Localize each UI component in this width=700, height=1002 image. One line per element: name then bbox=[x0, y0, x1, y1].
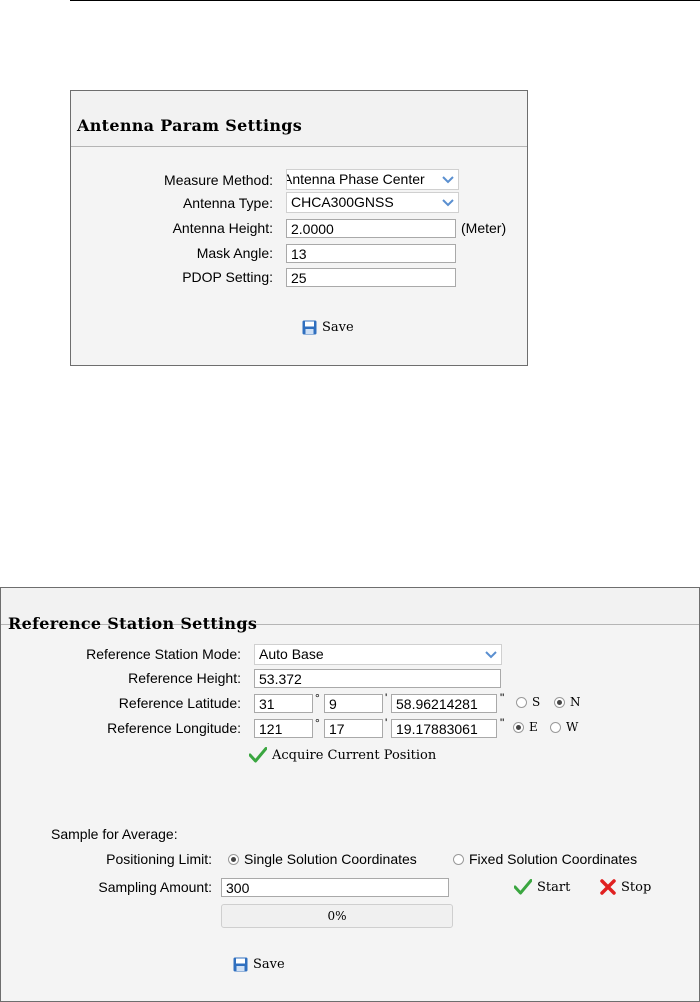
antenna-height-label: Antenna Height: bbox=[172, 220, 273, 236]
checkmark-icon bbox=[514, 879, 532, 895]
reference-latitude-label: Reference Latitude: bbox=[118, 695, 241, 711]
antenna-settings-panel: Antenna Param Settings Measure Method: A… bbox=[70, 90, 528, 366]
latitude-south-label: S bbox=[532, 695, 541, 709]
stop-button[interactable]: Stop bbox=[600, 879, 651, 895]
longitude-east-radio[interactable] bbox=[513, 722, 524, 733]
measure-method-label: Measure Method: bbox=[164, 172, 273, 188]
second-symbol: " bbox=[500, 716, 505, 730]
antenna-type-label: Antenna Type: bbox=[182, 195, 273, 211]
longitude-west-label: W bbox=[566, 720, 579, 734]
latitude-north-radio[interactable] bbox=[554, 697, 565, 708]
start-button[interactable]: Start bbox=[514, 879, 570, 895]
pdop-setting-label: PDOP Setting: bbox=[182, 269, 273, 285]
acquire-position-label: Acquire Current Position bbox=[272, 747, 437, 763]
latitude-north-label: N bbox=[570, 695, 581, 709]
stop-label: Stop bbox=[621, 879, 652, 895]
sample-average-heading: Sample for Average: bbox=[51, 826, 178, 842]
positioning-limit-label: Positioning Limit: bbox=[106, 851, 212, 867]
acquire-position-button[interactable]: Acquire Current Position bbox=[249, 747, 436, 763]
latitude-minutes-input[interactable] bbox=[324, 694, 383, 713]
chevron-down-icon bbox=[481, 645, 501, 664]
latitude-south-radio[interactable] bbox=[516, 697, 527, 708]
progress-text: 0% bbox=[327, 909, 347, 923]
antenna-type-select[interactable]: CHCA300GNSS bbox=[286, 192, 459, 213]
save-button[interactable]: Save bbox=[233, 957, 285, 972]
chevron-down-icon bbox=[438, 193, 458, 212]
top-divider bbox=[70, 0, 700, 1]
reference-mode-select[interactable]: Auto Base bbox=[254, 644, 502, 665]
panel-header: Antenna Param Settings bbox=[71, 91, 527, 147]
reference-height-label: Reference Height: bbox=[128, 670, 241, 686]
pdop-setting-input[interactable] bbox=[286, 268, 456, 287]
single-solution-radio[interactable] bbox=[228, 854, 239, 865]
cross-icon bbox=[600, 879, 616, 895]
fixed-solution-label: Fixed Solution Coordinates bbox=[469, 851, 638, 867]
minute-symbol: ' bbox=[385, 691, 388, 705]
save-label: Save bbox=[253, 957, 285, 972]
fixed-solution-radio[interactable] bbox=[453, 854, 464, 865]
mask-angle-input[interactable] bbox=[286, 244, 456, 263]
reference-station-panel: Reference Station Settings Reference Sta… bbox=[0, 587, 700, 1002]
longitude-degrees-input[interactable] bbox=[254, 719, 313, 738]
antenna-height-unit: (Meter) bbox=[461, 220, 507, 236]
single-solution-label: Single Solution Coordinates bbox=[244, 851, 417, 867]
longitude-seconds-input[interactable] bbox=[391, 719, 497, 738]
reference-mode-label: Reference Station Mode: bbox=[86, 646, 241, 662]
measure-method-value: Antenna Phase Center bbox=[286, 171, 425, 187]
save-icon bbox=[233, 957, 248, 972]
save-icon bbox=[302, 320, 317, 335]
chevron-down-icon bbox=[438, 170, 458, 189]
degree-symbol: ° bbox=[315, 716, 320, 730]
panel-title: Antenna Param Settings bbox=[77, 116, 303, 135]
save-label: Save bbox=[322, 320, 354, 335]
reference-height-input[interactable] bbox=[254, 669, 501, 688]
sampling-amount-input[interactable] bbox=[221, 878, 449, 897]
sampling-amount-label: Sampling Amount: bbox=[98, 879, 212, 895]
antenna-height-input[interactable] bbox=[286, 219, 456, 238]
degree-symbol: ° bbox=[315, 691, 320, 705]
mask-angle-label: Mask Angle: bbox=[196, 245, 273, 261]
checkmark-icon bbox=[249, 747, 267, 763]
measure-method-select[interactable]: Antenna Phase Center bbox=[286, 169, 459, 190]
reference-mode-value: Auto Base bbox=[259, 646, 324, 662]
minute-symbol: ' bbox=[385, 716, 388, 730]
longitude-west-radio[interactable] bbox=[550, 722, 561, 733]
sampling-progress-bar: 0% bbox=[221, 904, 453, 928]
longitude-east-label: E bbox=[529, 720, 538, 734]
start-label: Start bbox=[537, 879, 571, 895]
panel-header: Reference Station Settings bbox=[1, 588, 699, 633]
antenna-type-value: CHCA300GNSS bbox=[291, 194, 394, 210]
latitude-degrees-input[interactable] bbox=[254, 694, 313, 713]
latitude-seconds-input[interactable] bbox=[391, 694, 497, 713]
longitude-minutes-input[interactable] bbox=[324, 719, 383, 738]
second-symbol: " bbox=[500, 691, 505, 705]
panel-title: Reference Station Settings bbox=[8, 614, 258, 633]
reference-longitude-label: Reference Longitude: bbox=[107, 720, 241, 736]
save-button[interactable]: Save bbox=[302, 320, 354, 335]
